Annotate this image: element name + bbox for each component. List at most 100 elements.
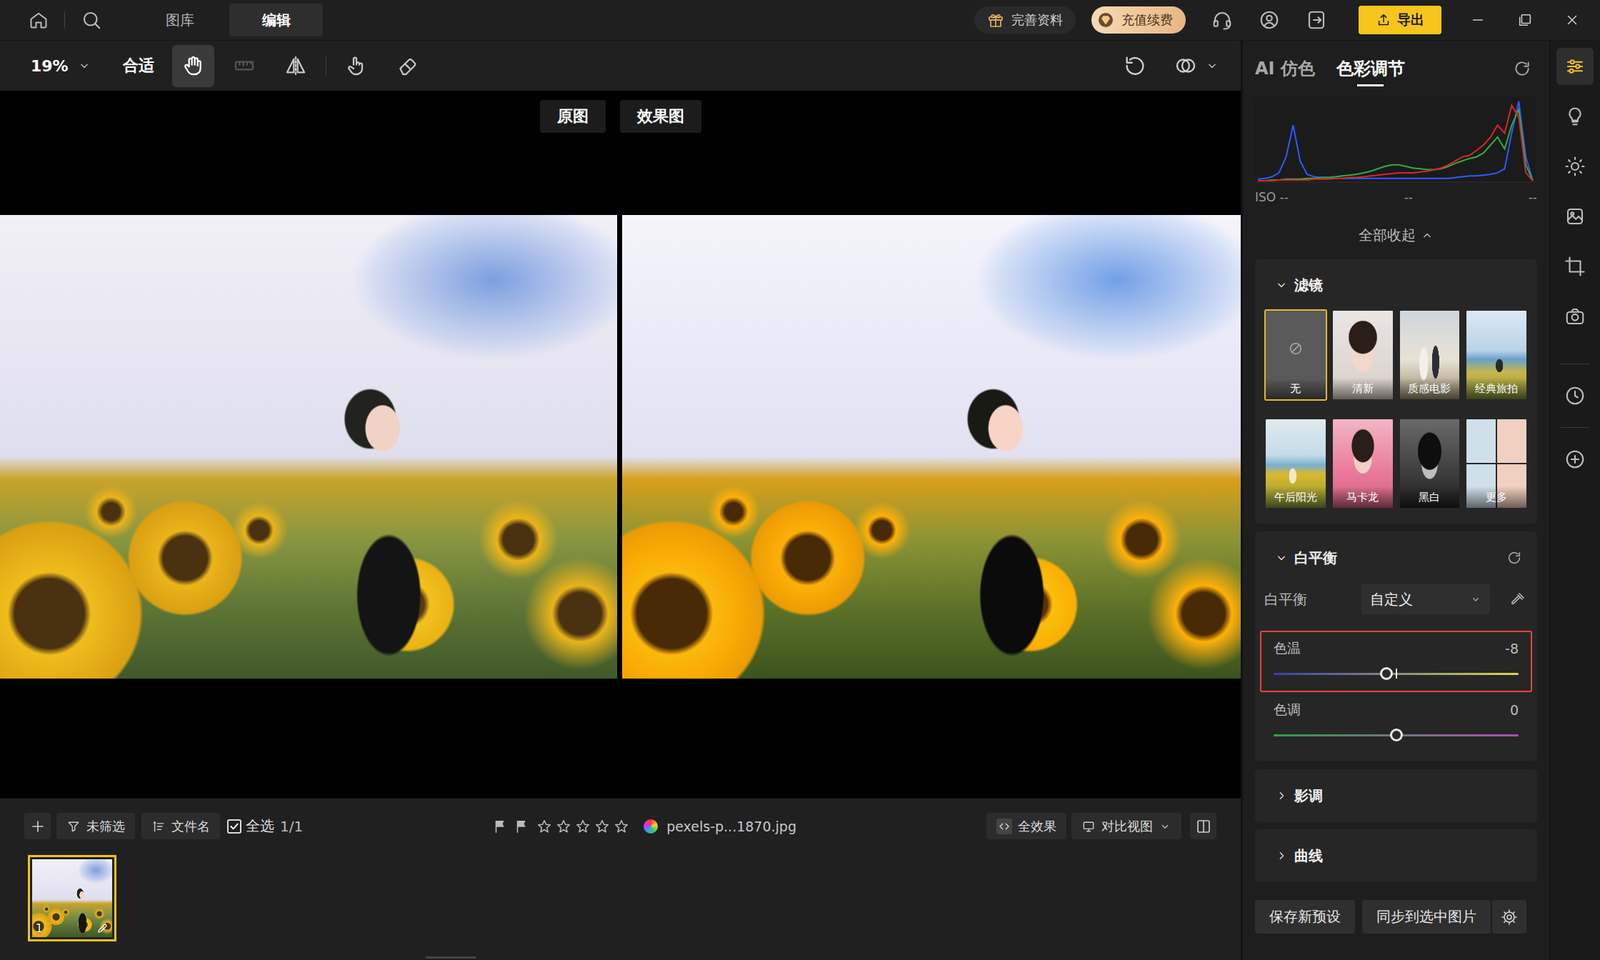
- section-title: 滤镜: [1294, 275, 1323, 295]
- camera-rail-button[interactable]: [1556, 297, 1594, 335]
- editor-area: 19%合适原图效果图未筛选文件名全选1/1pexels-p...1870.jpg…: [0, 40, 1241, 960]
- color-label-icon[interactable]: [643, 819, 658, 834]
- slider-thumb[interactable]: [1380, 667, 1393, 680]
- close-icon[interactable]: [1564, 12, 1580, 28]
- undo-icon[interactable]: [1122, 53, 1148, 78]
- collapse-all[interactable]: 全部收起: [1255, 211, 1538, 260]
- filter-preset[interactable]: 质感电影: [1398, 309, 1462, 401]
- scrollbar[interactable]: [425, 956, 477, 959]
- slider-thumb[interactable]: [1390, 728, 1403, 742]
- gift-icon: [987, 11, 1005, 29]
- headset-icon[interactable]: [1211, 9, 1233, 31]
- reject-flag-icon[interactable]: [513, 818, 530, 835]
- split-view-button[interactable]: [1190, 812, 1217, 840]
- touch-tool[interactable]: [335, 45, 378, 88]
- view-label[interactable]: 效果图: [620, 100, 702, 133]
- section-header[interactable]: 影调: [1260, 781, 1533, 810]
- adjust-rail-button[interactable]: [1556, 47, 1594, 85]
- compare-icon[interactable]: [1173, 53, 1198, 78]
- view-mode-button[interactable]: 对比视图: [1071, 812, 1182, 840]
- zoom-select[interactable]: 19%: [30, 57, 92, 75]
- eraser-tool[interactable]: [387, 45, 430, 88]
- close-button[interactable]: [1548, 12, 1596, 28]
- select-all-checkbox[interactable]: [227, 819, 242, 834]
- filter-preset[interactable]: 无: [1264, 309, 1328, 401]
- filter-preset[interactable]: 经典旅拍: [1465, 309, 1528, 401]
- filter-preset[interactable]: 午后阳光: [1264, 417, 1328, 510]
- collapsed-section[interactable]: 影调: [1255, 769, 1538, 823]
- rail-separator: [1560, 427, 1590, 428]
- profile-button[interactable]: 完善资料: [974, 6, 1076, 34]
- tool-bar: 19% 合适: [0, 40, 1241, 91]
- crop-rail-button[interactable]: [1556, 247, 1594, 285]
- support[interactable]: [1211, 9, 1233, 31]
- section-header[interactable]: 曲线: [1260, 841, 1533, 870]
- chevron-down-icon: [1470, 593, 1482, 605]
- select-all-label[interactable]: 全选: [245, 816, 275, 836]
- hand-tool[interactable]: [172, 45, 215, 88]
- filter-preset[interactable]: 马卡龙: [1331, 417, 1395, 510]
- user-icon[interactable]: [1258, 9, 1280, 31]
- flip-icon: [284, 54, 308, 78]
- nav-tab[interactable]: 编辑: [229, 3, 323, 37]
- thumbnail[interactable]: 1: [27, 855, 117, 942]
- filter-button[interactable]: 未筛选: [56, 812, 135, 840]
- collapsed-section[interactable]: 曲线: [1255, 829, 1538, 883]
- minimize-button[interactable]: [1454, 12, 1502, 28]
- effect-button[interactable]: 全效果: [986, 812, 1067, 840]
- filter-preset[interactable]: 黑白: [1398, 417, 1462, 510]
- plus-icon: [29, 817, 47, 835]
- panel-tab[interactable]: 色彩调节: [1336, 57, 1405, 87]
- recharge-button[interactable]: 充值续费: [1091, 6, 1186, 34]
- star-icon[interactable]: [555, 818, 572, 835]
- star-icon[interactable]: [594, 818, 610, 835]
- star-icon[interactable]: [613, 818, 630, 835]
- account[interactable]: [1258, 9, 1280, 31]
- logout[interactable]: [1305, 9, 1328, 31]
- retouch-rail-button[interactable]: [1556, 97, 1594, 135]
- reset-icon[interactable]: [1512, 59, 1532, 78]
- sync-settings-button[interactable]: [1492, 900, 1527, 934]
- check-icon: [228, 820, 240, 833]
- view-label[interactable]: 原图: [540, 100, 606, 133]
- export-button[interactable]: 导出: [1358, 5, 1442, 35]
- minimize-icon[interactable]: [1470, 12, 1486, 28]
- histogram-baseline: [1255, 182, 1536, 183]
- filter-preset[interactable]: 清新: [1331, 309, 1395, 401]
- add-rail-button[interactable]: [1556, 440, 1594, 478]
- mode-dropdown[interactable]: 自定义: [1361, 584, 1490, 615]
- maximize-button[interactable]: [1501, 12, 1549, 28]
- slider-track[interactable]: [1273, 672, 1519, 675]
- nav-tab[interactable]: 图库: [132, 3, 227, 37]
- star-icon[interactable]: [536, 818, 553, 835]
- rating-stars[interactable]: [536, 818, 630, 835]
- sync-button[interactable]: 同步到选中图片: [1362, 900, 1491, 934]
- flag-icon[interactable]: [492, 818, 508, 835]
- maximize-icon[interactable]: [1517, 12, 1533, 28]
- filter-preset[interactable]: 更多: [1465, 417, 1528, 510]
- flip-tool[interactable]: [275, 45, 318, 88]
- panel-tab[interactable]: AI 仿色: [1255, 57, 1315, 87]
- slider-value[interactable]: 0: [1510, 702, 1519, 718]
- slider-track[interactable]: [1273, 734, 1519, 737]
- fit-button[interactable]: 合适: [122, 55, 155, 77]
- search-icon[interactable]: [80, 9, 103, 31]
- section-header[interactable]: 滤镜: [1260, 270, 1533, 300]
- history-rail-button[interactable]: [1556, 377, 1594, 415]
- star-icon[interactable]: [575, 818, 591, 835]
- chevron-down-icon[interactable]: [1205, 58, 1220, 73]
- section-header[interactable]: 白平衡: [1260, 543, 1533, 573]
- funnel-icon: [66, 819, 81, 834]
- logout-icon[interactable]: [1305, 9, 1328, 31]
- crop-icon: [1564, 255, 1586, 278]
- eyedropper-icon[interactable]: [1509, 590, 1527, 608]
- save-preset-button[interactable]: 保存新预设: [1255, 900, 1355, 934]
- portrait-rail-button[interactable]: [1556, 197, 1594, 235]
- sort-button[interactable]: 文件名: [141, 812, 220, 840]
- light-rail-button[interactable]: [1556, 147, 1594, 185]
- reset-icon[interactable]: [1506, 550, 1523, 566]
- slider-value[interactable]: -8: [1505, 640, 1519, 657]
- add-button[interactable]: [24, 812, 51, 840]
- histogram-series: [1257, 101, 1533, 181]
- home-icon[interactable]: [28, 10, 49, 30]
